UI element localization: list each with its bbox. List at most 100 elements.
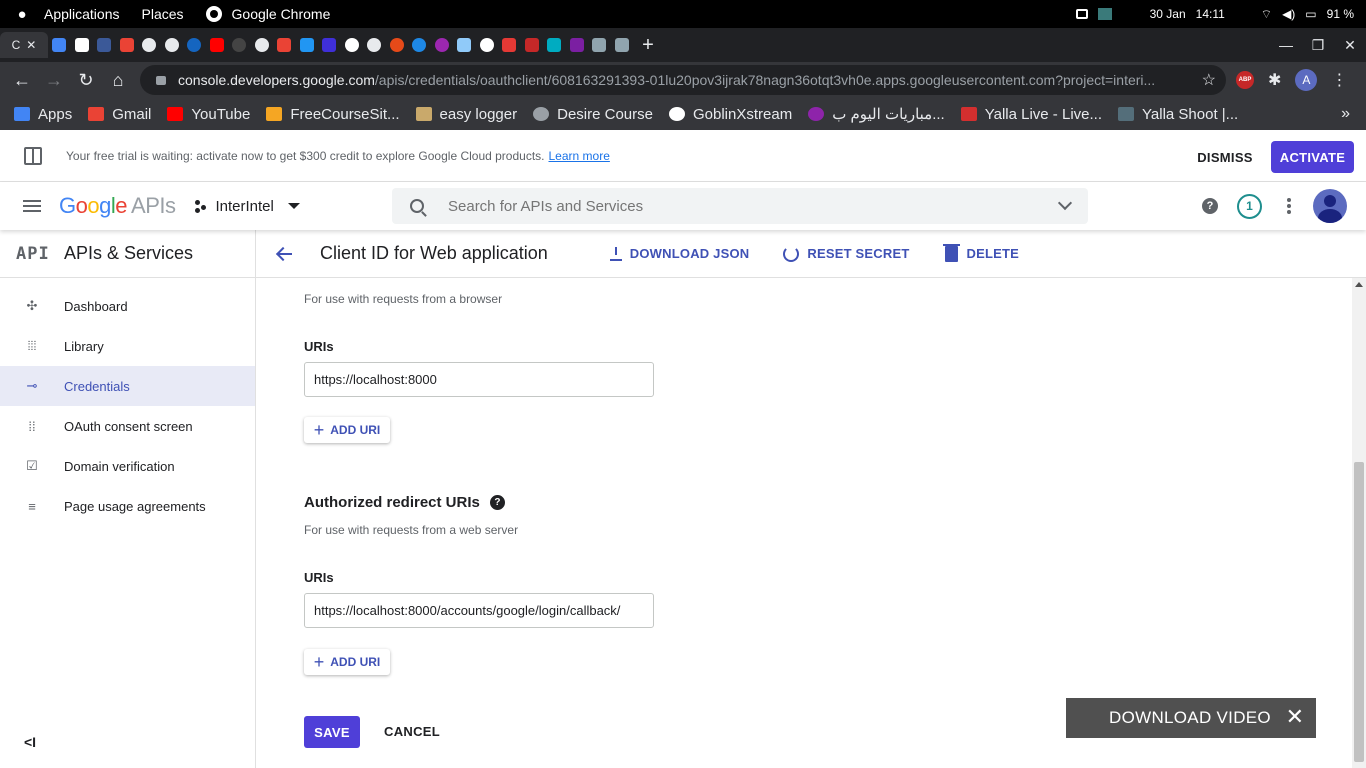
download-json-button[interactable]: DOWNLOAD JSON	[609, 246, 750, 261]
tab-item[interactable]	[183, 32, 206, 58]
tab-item[interactable]	[228, 32, 251, 58]
bookmark-item[interactable]: مباريات اليوم ب...	[808, 105, 945, 123]
save-button[interactable]: SAVE	[304, 716, 360, 748]
search-input[interactable]	[448, 197, 1028, 215]
adblock-icon[interactable]: ABP	[1236, 71, 1254, 89]
tab-item[interactable]	[453, 32, 476, 58]
activate-button[interactable]: ACTIVATE	[1271, 141, 1354, 173]
cancel-button[interactable]: CANCEL	[384, 724, 440, 739]
maximize-icon[interactable]: ❐	[1302, 37, 1334, 54]
lock-icon[interactable]	[1075, 9, 1088, 19]
tab-item[interactable]	[363, 32, 386, 58]
tab-item[interactable]	[116, 32, 139, 58]
delete-button[interactable]: DELETE	[943, 243, 1019, 262]
origin-uri-input[interactable]: https://localhost:8000	[304, 362, 654, 397]
forward-icon[interactable]: →	[38, 70, 70, 91]
sidebar-item-credentials[interactable]: ⊸ Credentials	[0, 366, 255, 406]
image-viewer-icon[interactable]	[1097, 8, 1112, 20]
add-origin-uri-button[interactable]: + ADD URI	[304, 417, 390, 443]
bookmark-item[interactable]: Yalla Live - Live...	[960, 106, 1102, 123]
tab-item[interactable]	[206, 32, 229, 58]
minimize-icon[interactable]: —	[1270, 37, 1302, 53]
apple-menu-icon[interactable]: ●	[0, 6, 44, 23]
omnibox[interactable]: console.developers.google.com /apis/cred…	[140, 65, 1226, 95]
bookmark-item[interactable]: Apps	[14, 106, 72, 123]
tab-item[interactable]	[588, 32, 611, 58]
close-window-icon[interactable]: ✕	[1334, 37, 1366, 54]
tab-active[interactable]: C ✕	[0, 32, 48, 58]
secure-lock-icon[interactable]	[156, 75, 166, 85]
scrollbar[interactable]	[1352, 278, 1366, 768]
extensions-icon[interactable]: ✱	[1268, 70, 1281, 90]
tab-item[interactable]	[93, 32, 116, 58]
bookmark-item[interactable]: GoblinXstream	[668, 106, 792, 123]
sidebar-item-domain-verification[interactable]: ☑ Domain verification	[0, 446, 255, 486]
profile-avatar[interactable]: A	[1295, 69, 1318, 91]
tab-item[interactable]	[611, 32, 634, 58]
reset-secret-button[interactable]: RESET SECRET	[783, 245, 909, 262]
battery-icon[interactable]: ▭	[1305, 7, 1316, 21]
search-bar[interactable]	[392, 188, 1088, 224]
tab-item[interactable]	[498, 32, 521, 58]
os-date[interactable]: 30 Jan	[1150, 7, 1186, 21]
tab-item[interactable]	[138, 32, 161, 58]
hamburger-menu-icon[interactable]	[23, 197, 41, 215]
chevron-down-icon[interactable]	[1057, 195, 1073, 211]
tab-item[interactable]	[431, 32, 454, 58]
bookmarks-overflow-button[interactable]: »	[1341, 105, 1350, 123]
sidebar-item-page-usage[interactable]: ≡ Page usage agreements	[0, 486, 255, 526]
tab-item[interactable]	[521, 32, 544, 58]
help-icon[interactable]: ?	[1202, 198, 1218, 214]
wifi-icon[interactable]: ⌔	[1261, 7, 1272, 22]
back-icon[interactable]: ←	[6, 70, 38, 91]
sidebar-item-oauth-consent[interactable]: ⁞⁞ OAuth consent screen	[0, 406, 255, 446]
chrome-menu-icon[interactable]: ⋮	[1331, 70, 1347, 90]
bookmark-item[interactable]: easy logger	[415, 106, 517, 123]
help-icon[interactable]: ?	[489, 495, 505, 510]
tab-item[interactable]	[543, 32, 566, 58]
bookmark-item[interactable]: Yalla Shoot |...	[1118, 106, 1238, 123]
bookmark-star-icon[interactable]: ☆	[1202, 70, 1216, 90]
more-options-icon[interactable]	[1287, 198, 1291, 216]
tab-item[interactable]	[273, 32, 296, 58]
tab-item[interactable]	[71, 32, 94, 58]
bookmark-item[interactable]: FreeCourseSit...	[266, 106, 400, 123]
new-tab-button[interactable]: +	[633, 34, 663, 57]
tab-item[interactable]	[161, 32, 184, 58]
bookmark-item[interactable]: Desire Course	[533, 106, 653, 123]
tab-item[interactable]	[318, 32, 341, 58]
project-selector[interactable]: InterIntel	[195, 198, 300, 215]
close-icon[interactable]: ✕	[1286, 706, 1304, 728]
add-redirect-uri-button[interactable]: + ADD URI	[304, 649, 390, 675]
dismiss-button[interactable]: DISMISS	[1190, 142, 1260, 172]
sidebar-item-dashboard[interactable]: ✣ Dashboard	[0, 286, 255, 326]
tab-item[interactable]	[408, 32, 431, 58]
redirect-uri-input[interactable]: https://localhost:8000/accounts/google/l…	[304, 593, 654, 628]
scroll-up-icon[interactable]	[1355, 282, 1363, 287]
tab-item[interactable]	[341, 32, 364, 58]
tab-item[interactable]	[251, 32, 274, 58]
os-menu-applications[interactable]: Applications	[44, 6, 120, 22]
tab-item[interactable]	[566, 32, 589, 58]
download-video-overlay[interactable]: DOWNLOAD VIDEO ✕	[1066, 698, 1316, 738]
tab-item[interactable]	[296, 32, 319, 58]
reload-icon[interactable]: ↻	[70, 70, 102, 91]
tab-item[interactable]	[48, 32, 71, 58]
tab-item[interactable]	[386, 32, 409, 58]
os-menu-places[interactable]: Places	[142, 6, 184, 22]
home-icon[interactable]: ⌂	[102, 70, 134, 91]
os-app-name[interactable]: Google Chrome	[232, 6, 331, 22]
os-time[interactable]: 14:11	[1196, 7, 1225, 21]
bookmark-item[interactable]: YouTube	[167, 106, 250, 123]
volume-icon[interactable]: ◀)	[1282, 7, 1295, 21]
learn-more-link[interactable]: Learn more	[549, 149, 610, 163]
bookmark-item[interactable]: Gmail	[88, 106, 151, 123]
sidebar-item-library[interactable]: ⦙⦙⦙ Library	[0, 326, 255, 366]
tab-item[interactable]	[476, 32, 499, 58]
google-apis-logo[interactable]: Google APIs	[59, 193, 176, 219]
notifications-badge[interactable]: 1	[1237, 194, 1262, 219]
back-arrow-icon[interactable]	[276, 245, 294, 263]
account-avatar[interactable]	[1313, 189, 1347, 223]
scrollbar-thumb[interactable]	[1354, 462, 1364, 762]
collapse-sidebar-button[interactable]: <I	[24, 734, 36, 750]
